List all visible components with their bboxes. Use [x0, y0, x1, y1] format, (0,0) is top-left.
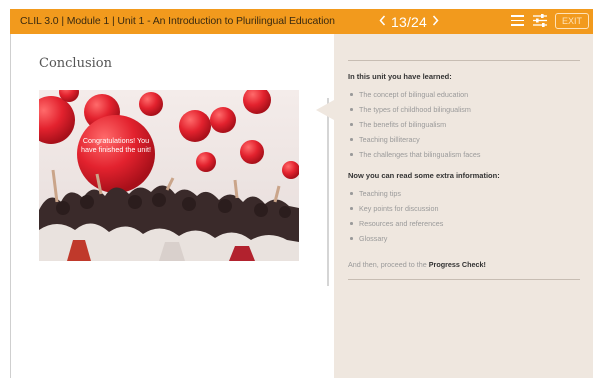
- progress-check-link[interactable]: Progress Check!: [429, 260, 486, 269]
- top-bar: CLIL 3.0 | Module 1 | Unit 1 - An Introd…: [10, 9, 593, 34]
- proceed-text: And then, proceed to the Progress Check!: [348, 260, 486, 269]
- panel-divider-bottom: [348, 279, 580, 280]
- extra-item-key-points[interactable]: Key points for discussion: [348, 203, 443, 218]
- list-item: The concept of bilingual education: [348, 89, 480, 104]
- extra-heading: Now you can read some extra information:: [348, 171, 500, 180]
- prev-page-button[interactable]: [376, 14, 389, 29]
- list-item: The challenges that bilingualism faces: [348, 149, 480, 164]
- exit-button[interactable]: EXIT: [555, 13, 589, 29]
- congratulations-text: Congratulations! You have finished the u…: [81, 136, 151, 154]
- chevron-right-icon: [432, 15, 439, 26]
- chevron-left-icon: [379, 15, 386, 26]
- proceed-prefix: And then, proceed to the: [348, 260, 427, 269]
- course-title: CLIL 3.0 | Module 1 | Unit 1 - An Introd…: [20, 15, 335, 27]
- celebration-photo: Congratulations! You have finished the u…: [39, 90, 299, 261]
- content-left-border: [10, 34, 11, 378]
- page-navigator: 13/24: [376, 12, 442, 31]
- panel-divider-top: [348, 60, 580, 61]
- panel-pointer: [316, 100, 334, 120]
- extra-item-teaching-tips[interactable]: Teaching tips: [348, 188, 443, 203]
- summary-panel: In this unit you have learned: The conce…: [334, 34, 593, 378]
- section-title: Conclusion: [39, 56, 112, 71]
- congratulations-image: Congratulations! You have finished the u…: [39, 90, 299, 261]
- list-item: Teaching billiteracy: [348, 134, 480, 149]
- extra-item-glossary[interactable]: Glossary: [348, 233, 443, 248]
- app-window: CLIL 3.0 | Module 1 | Unit 1 - An Introd…: [0, 0, 593, 378]
- menu-icon[interactable]: [511, 15, 524, 26]
- content-scrollbar[interactable]: [327, 98, 329, 286]
- page-indicator: 13/24: [391, 13, 428, 30]
- extra-item-resources[interactable]: Resources and references: [348, 218, 443, 233]
- extra-list: Teaching tips Key points for discussion …: [348, 188, 443, 248]
- learned-heading: In this unit you have learned:: [348, 72, 452, 81]
- settings-sliders-icon[interactable]: [533, 14, 547, 27]
- list-item: The benefits of bilingualism: [348, 119, 480, 134]
- next-page-button[interactable]: [429, 14, 442, 29]
- list-item: The types of childhood bilingualism: [348, 104, 480, 119]
- learned-list: The concept of bilingual education The t…: [348, 89, 480, 164]
